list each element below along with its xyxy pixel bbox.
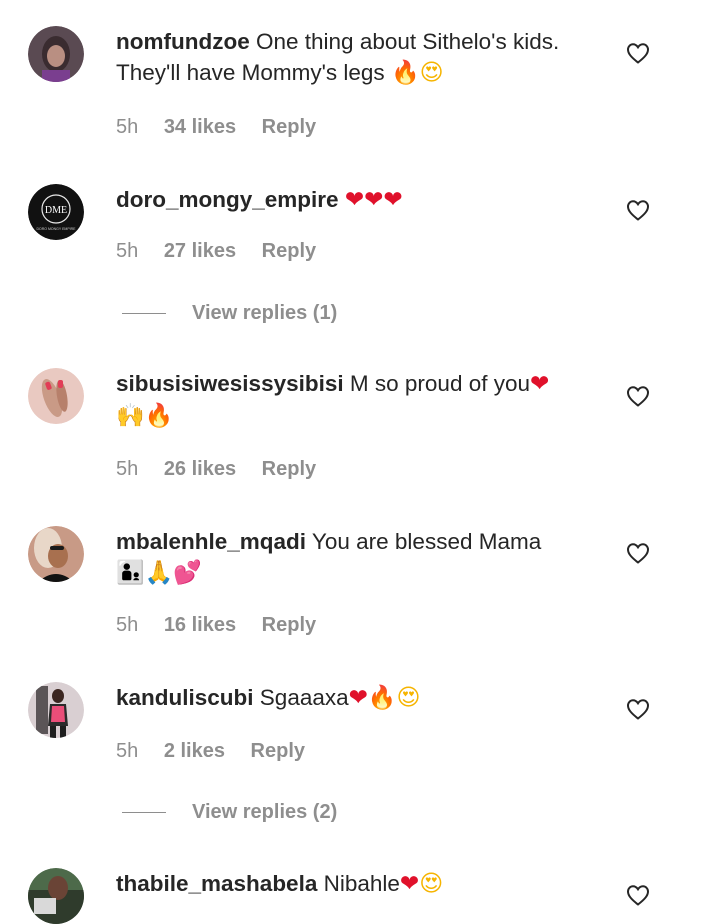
family-emoji: 👨‍👦: [116, 560, 145, 586]
reply-button[interactable]: Reply: [262, 458, 316, 480]
comment-text: kanduliscubi Sgaaaxa❤🔥😍: [116, 682, 606, 714]
red-heart-emoji: ❤: [383, 187, 403, 213]
reply-button[interactable]: Reply: [262, 614, 316, 636]
comment-meta: 5h 2 likes Reply: [116, 740, 305, 763]
comment-likes[interactable]: 26 likes: [164, 458, 236, 480]
like-heart-icon[interactable]: [626, 385, 650, 407]
comment-meta: 5h 27 likes Reply: [116, 240, 316, 263]
comment-message: Nibahle: [323, 871, 400, 896]
comment-likes[interactable]: 34 likes: [164, 116, 236, 138]
comment-text: doro_mongy_empire ❤❤❤: [116, 184, 606, 216]
comment-meta: 5h 34 likes Reply: [116, 116, 316, 139]
comment-time: 5h: [116, 458, 139, 480]
view-replies-label[interactable]: View replies (2): [192, 801, 337, 824]
comment-text: thabile_mashabela Nibahle❤😍: [116, 868, 606, 900]
comment-likes[interactable]: 2 likes: [164, 740, 225, 762]
avatar[interactable]: [28, 682, 84, 738]
comment-message: M so proud of you: [349, 371, 531, 396]
red-heart-emoji: ❤: [364, 187, 384, 213]
reply-button[interactable]: Reply: [251, 740, 305, 762]
red-heart-emoji: ❤: [530, 371, 550, 397]
comment-username[interactable]: thabile_mashabela: [116, 871, 317, 896]
comment-time: 5h: [116, 116, 139, 138]
avatar[interactable]: [28, 868, 84, 924]
view-replies-label[interactable]: View replies (1): [192, 302, 337, 325]
comment-likes[interactable]: 16 likes: [164, 614, 236, 636]
like-heart-icon[interactable]: [626, 698, 650, 720]
avatar[interactable]: DME DORO MONGY EMPIRE: [28, 184, 84, 240]
heart-eyes-emoji: 😍: [419, 60, 444, 86]
comment-username[interactable]: nomfundzoe: [116, 29, 250, 54]
like-heart-icon[interactable]: [626, 542, 650, 564]
divider-line: [122, 313, 166, 314]
reply-button[interactable]: Reply: [262, 240, 316, 262]
comment-time: 5h: [116, 240, 139, 262]
view-replies-button[interactable]: View replies (1): [122, 302, 337, 325]
fire-emoji: 🔥: [367, 685, 397, 711]
comment-time: 5h: [116, 614, 139, 636]
comment-likes[interactable]: 27 likes: [164, 240, 236, 262]
comment-username[interactable]: mbalenhle_mqadi: [116, 529, 306, 554]
heart-eyes-emoji: 😍: [396, 685, 421, 711]
view-replies-button[interactable]: View replies (2): [122, 801, 337, 824]
praying-hands-emoji: 🙏: [144, 560, 174, 586]
comment-meta: 5h 26 likes Reply: [116, 458, 316, 481]
comment-message: You are blessed Mama: [311, 529, 542, 554]
divider-line: [122, 812, 166, 813]
raising-hands-emoji: 🙌: [116, 403, 145, 429]
like-heart-icon[interactable]: [626, 199, 650, 221]
avatar[interactable]: [28, 26, 84, 82]
heart-eyes-emoji: 😍: [419, 871, 444, 897]
comment-meta: 5h 16 likes Reply: [116, 614, 316, 637]
red-heart-emoji: ❤: [348, 685, 368, 711]
comment-username[interactable]: sibusisiwesissysibisi: [116, 371, 344, 396]
logo-text: DME: [45, 205, 67, 216]
comment-username[interactable]: kanduliscubi: [116, 685, 254, 710]
two-hearts-emoji: 💕: [173, 560, 202, 586]
fire-emoji: 🔥: [390, 60, 420, 86]
red-heart-emoji: ❤: [399, 871, 420, 897]
comment-time: 5h: [116, 740, 139, 762]
logo-subtext: DORO MONGY EMPIRE: [36, 227, 76, 231]
fire-emoji: 🔥: [144, 403, 174, 429]
comment-text: mbalenhle_mqadi You are blessed Mama 👨‍👦…: [116, 526, 606, 589]
like-heart-icon[interactable]: [626, 884, 650, 906]
avatar[interactable]: [28, 368, 84, 424]
like-heart-icon[interactable]: [626, 42, 650, 64]
comment-text: nomfundzoe One thing about Sithelo's kid…: [116, 26, 606, 89]
comment-text: sibusisiwesissysibisi M so proud of you❤…: [116, 368, 606, 432]
red-heart-emoji: ❤: [344, 187, 365, 213]
reply-button[interactable]: Reply: [262, 116, 316, 138]
comment-message: Sgaaaxa: [259, 685, 349, 710]
comment-username[interactable]: doro_mongy_empire: [116, 187, 339, 212]
avatar[interactable]: [28, 526, 84, 582]
